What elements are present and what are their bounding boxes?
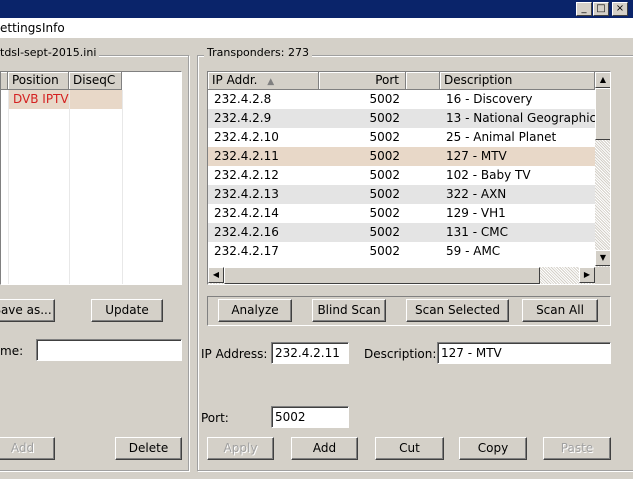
table-row[interactable]: 232.4.2.17 5002 59 - AMC (208, 242, 595, 261)
description-cell: 59 - AMC (446, 244, 501, 258)
column-header-spacer[interactable] (406, 72, 440, 90)
column-header-blank[interactable] (1, 72, 8, 90)
port-cell: 5002 (369, 149, 400, 163)
ip-cell: 232.4.2.10 (214, 130, 279, 144)
ip-cell: 232.4.2.8 (214, 92, 272, 106)
description-cell: 129 - VH1 (446, 206, 506, 220)
close-button[interactable]: × (612, 2, 628, 16)
add-position-button[interactable]: Add (0, 437, 55, 460)
satellite-group-title: tdsl-sept-2015.ini (0, 46, 100, 59)
scan-all-button[interactable]: Scan All (522, 299, 598, 322)
port-cell: 5002 (369, 244, 400, 258)
save-as-button[interactable]: Save as... (0, 299, 55, 322)
port-cell: 5002 (369, 130, 400, 144)
description-cell: 131 - CMC (446, 225, 508, 239)
port-label: Port: (201, 411, 229, 425)
table-row[interactable]: 232.4.2.11 5002 127 - MTV (208, 147, 595, 166)
position-list[interactable]: Position DiseqC DVB IPTV (0, 71, 182, 285)
port-cell: 5002 (369, 187, 400, 201)
description-cell: 322 - AXN (446, 187, 507, 201)
minimize-button[interactable]: _ (576, 2, 592, 16)
column-header-port[interactable]: Port (319, 72, 406, 90)
description-cell: 102 - Baby TV (446, 168, 531, 182)
table-row[interactable]: DVB IPTV (1, 90, 181, 109)
column-header-ip[interactable]: IP Addr. ▲ (208, 72, 319, 90)
scan-selected-button[interactable]: Scan Selected (406, 299, 509, 322)
analyze-button[interactable]: Analyze (218, 299, 292, 322)
ip-cell: 232.4.2.17 (214, 244, 279, 258)
transponder-list[interactable]: IP Addr. ▲ Port Description 232.4.2.8 500… (207, 71, 611, 285)
scroll-down-arrow-icon[interactable]: ▼ (595, 250, 610, 266)
column-header-description[interactable]: Description (440, 72, 595, 90)
update-button[interactable]: Update (91, 299, 163, 322)
table-row[interactable]: 232.4.2.13 5002 322 - AXN (208, 185, 595, 204)
port-cell: 5002 (369, 206, 400, 220)
horizontal-scroll-thumb[interactable] (224, 267, 540, 284)
ip-cell: 232.4.2.16 (214, 225, 279, 239)
transponders-group-title: Transponders: 273 (204, 46, 312, 59)
menu-info[interactable]: Info (42, 21, 65, 35)
table-row[interactable]: 232.4.2.12 5002 102 - Baby TV (208, 166, 595, 185)
ip-cell: 232.4.2.14 (214, 206, 279, 220)
maximize-button[interactable]: □ (593, 2, 609, 16)
table-row[interactable]: 232.4.2.8 5002 16 - Discovery (208, 90, 595, 109)
cut-button[interactable]: Cut (375, 437, 444, 460)
port-input[interactable]: 5002 (271, 406, 349, 428)
column-header-position[interactable]: Position (8, 72, 69, 90)
scroll-up-arrow-icon[interactable]: ▲ (595, 72, 610, 88)
table-row[interactable]: 232.4.2.14 5002 129 - VH1 (208, 204, 595, 223)
delete-button[interactable]: Delete (115, 437, 182, 460)
ip-cell: 232.4.2.11 (214, 149, 279, 163)
ip-cell: 232.4.2.12 (214, 168, 279, 182)
description-cell: 13 - National Geographic (446, 111, 597, 125)
column-header-diseqc[interactable]: DiseqC (69, 72, 122, 90)
scroll-left-arrow-icon[interactable]: ◀ (208, 267, 224, 283)
menu-settings[interactable]: ettings (0, 21, 42, 35)
table-row[interactable]: 232.4.2.16 5002 131 - CMC (208, 223, 595, 242)
scroll-right-arrow-icon[interactable]: ▶ (579, 267, 595, 283)
port-cell: 5002 (369, 92, 400, 106)
description-cell: 16 - Discovery (446, 92, 533, 106)
name-label: me: (0, 344, 24, 358)
add-transponder-button[interactable]: Add (291, 437, 358, 460)
apply-button[interactable]: Apply (207, 437, 274, 460)
ip-cell: 232.4.2.13 (214, 187, 279, 201)
ip-address-label: IP Address: (201, 347, 268, 361)
title-bar: _ □ × (0, 0, 633, 18)
name-input[interactable] (36, 339, 182, 361)
sort-ascending-icon: ▲ (267, 77, 275, 87)
description-label: Description: (364, 347, 437, 361)
copy-button[interactable]: Copy (459, 437, 527, 460)
port-cell: 5002 (369, 225, 400, 239)
port-cell: 5002 (369, 168, 400, 182)
blind-scan-button[interactable]: Blind Scan (312, 299, 386, 322)
scroll-corner (595, 267, 610, 284)
position-cell: DVB IPTV (13, 92, 69, 106)
paste-button[interactable]: Paste (543, 437, 611, 460)
ip-cell: 232.4.2.9 (214, 111, 272, 125)
port-cell: 5002 (369, 111, 400, 125)
table-row[interactable]: 232.4.2.10 5002 25 - Animal Planet (208, 128, 595, 147)
vertical-scroll-thumb[interactable] (595, 88, 610, 140)
menu-bar: ettings Info (0, 18, 633, 38)
description-input[interactable]: 127 - MTV (437, 342, 611, 364)
description-cell: 127 - MTV (446, 149, 507, 163)
table-row[interactable]: 232.4.2.9 5002 13 - National Geographic (208, 109, 597, 128)
description-cell: 25 - Animal Planet (446, 130, 557, 144)
ip-address-input[interactable]: 232.4.2.11 (271, 342, 349, 364)
